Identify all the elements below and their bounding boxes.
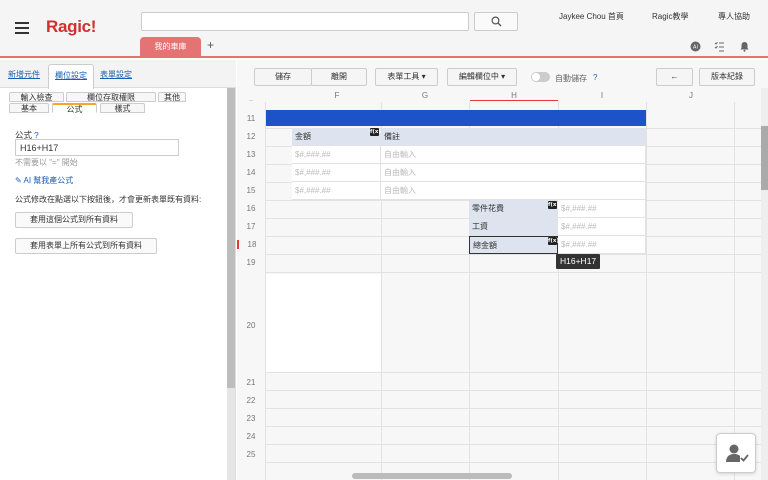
row-number: 13 (246, 150, 256, 159)
note-input-cell[interactable]: 自由輸入 (381, 164, 646, 182)
add-tab-button[interactable]: + (207, 38, 214, 52)
fx-icon: f(x) (548, 237, 559, 245)
fx-icon: f(x) (370, 128, 381, 136)
sheet-horizontal-scroll-thumb[interactable] (352, 473, 512, 479)
tab-add-component[interactable]: 新增元件 (8, 69, 40, 80)
formula-hint: 不需要以 "=" 開始 (15, 158, 78, 167)
checklist-icon[interactable] (714, 41, 725, 52)
row-number-selected: 18 (237, 240, 265, 249)
section-header-bar (266, 110, 646, 126)
row-number: 20 (246, 321, 256, 330)
subtab-input-check[interactable]: 輸入檢查 (9, 92, 64, 102)
field-settings-panel: 新增元件 欄位設定 表單設定 輸入檢查 欄位存取權限 其他 基本 公式 樣式 公… (0, 60, 236, 480)
subtab-style[interactable]: 樣式 (100, 103, 145, 113)
search-icon (490, 16, 501, 27)
amount-input-cell[interactable]: $#,###.## (292, 182, 381, 200)
wage-input[interactable]: $#,###.## (558, 218, 646, 236)
formula-tooltip: H16+H17 (556, 254, 601, 269)
row-number: 23 (246, 414, 256, 423)
form-editor: 儲存 離開 表單工具 ▾ 編輯欄位中 ▾ 自動儲存 ? ← 版本紀錄 F G H… (237, 60, 768, 480)
column-header-j[interactable]: J (661, 90, 721, 101)
svg-text:AI: AI (693, 45, 698, 51)
total-amount-input[interactable]: $#,###.## (558, 236, 646, 254)
row-number: 12 (246, 132, 256, 141)
user-check-button[interactable] (716, 433, 756, 473)
note-header-cell[interactable]: 備註 (381, 128, 646, 146)
save-button[interactable]: 儲存 (254, 68, 312, 86)
user-check-icon (726, 444, 749, 462)
sheet-grid[interactable]: F G H I J .. 11 12 13 14 15 16 17 18 19 … (237, 88, 768, 480)
subtab-basic[interactable]: 基本 (9, 103, 49, 113)
sheet-vertical-scrollbar[interactable] (761, 88, 768, 480)
column-header-f[interactable]: F (307, 90, 367, 101)
search-input[interactable] (141, 12, 469, 31)
hamburger-icon[interactable] (15, 22, 29, 34)
row-number: 24 (246, 432, 256, 441)
editing-fields-dropdown[interactable]: 編輯欄位中 ▾ (447, 68, 517, 86)
empty-cell-block[interactable] (266, 274, 381, 372)
column-header-h[interactable]: H (470, 90, 558, 101)
tab-field-settings[interactable]: 欄位設定 (48, 64, 94, 89)
leave-button[interactable]: 離開 (311, 68, 367, 86)
pencil-icon: ✎ (15, 176, 22, 185)
bell-icon[interactable] (739, 41, 750, 52)
panel-scrollbar[interactable] (227, 88, 235, 480)
ai-icon[interactable]: AI (690, 41, 701, 52)
wage-label[interactable]: 工資 (469, 218, 558, 236)
tutorial-link[interactable]: Ragic教學 (652, 11, 688, 22)
autosave-toggle[interactable] (531, 72, 550, 82)
back-arrow-button[interactable]: ← (656, 68, 693, 86)
column-header-i[interactable]: I (572, 90, 632, 101)
row-number: 16 (246, 204, 256, 213)
amount-input-cell[interactable]: $#,###.## (292, 164, 381, 182)
search-button[interactable] (474, 12, 518, 31)
sheet-vertical-scroll-thumb[interactable] (761, 126, 768, 190)
note-input-cell[interactable]: 自由輸入 (381, 182, 646, 200)
total-amount-label[interactable]: 總金額 (469, 236, 558, 254)
row-number: 14 (246, 168, 256, 177)
panel-scroll-thumb[interactable] (227, 88, 235, 388)
note-input-cell[interactable]: 自由輸入 (381, 146, 646, 164)
panel-tabs: 新增元件 欄位設定 表單設定 (0, 60, 236, 89)
ai-formula-link[interactable]: ✎ AI 幫我產公式 (15, 175, 73, 186)
tab-my-garage[interactable]: 我的車庫 (140, 37, 201, 57)
row-number: 19 (246, 258, 256, 267)
top-bar: Ragic! Jaykee Chou 首頁 Ragic教學 專人協助 我的車庫 … (0, 0, 768, 58)
row-number-cut: .. (249, 96, 253, 103)
subtab-other[interactable]: 其他 (158, 92, 186, 102)
app-logo[interactable]: Ragic! (46, 17, 96, 37)
formula-notice: 公式修改在點選以下按鈕後，才會更新表單既有資料: (15, 195, 202, 204)
amount-header-cell[interactable]: 金額 (292, 128, 381, 146)
tab-form-settings[interactable]: 表單設定 (100, 69, 132, 80)
row-number: 25 (246, 450, 256, 459)
formula-input[interactable] (15, 139, 179, 156)
column-header-g[interactable]: G (395, 90, 455, 101)
amount-input-cell[interactable]: $#,###.## (292, 146, 381, 164)
form-tools-dropdown[interactable]: 表單工具 ▾ (375, 68, 438, 86)
expert-help-link[interactable]: 專人協助 (718, 11, 750, 22)
row-number: 15 (246, 186, 256, 195)
parts-cost-label[interactable]: 零件花費 (469, 200, 558, 218)
row-number: 17 (246, 222, 256, 231)
user-home-link[interactable]: Jaykee Chou 首頁 (559, 11, 624, 22)
autosave-label: 自動儲存 (555, 74, 587, 83)
row-number: 21 (246, 378, 256, 387)
apply-all-formulas-button[interactable]: 套用表單上所有公式到所有資料 (15, 238, 157, 254)
row-number: 11 (246, 114, 256, 123)
subtab-field-access[interactable]: 欄位存取權限 (66, 92, 156, 102)
row-number: 22 (246, 396, 256, 405)
version-history-button[interactable]: 版本紀錄 (699, 68, 755, 86)
apply-formula-button[interactable]: 套用這個公式到所有資料 (15, 212, 133, 228)
parts-cost-input[interactable]: $#,###.## (558, 200, 646, 218)
subtab-formula[interactable]: 公式 (52, 103, 97, 114)
fx-icon: f(x) (548, 201, 559, 209)
autosave-help-icon[interactable]: ? (593, 73, 597, 82)
